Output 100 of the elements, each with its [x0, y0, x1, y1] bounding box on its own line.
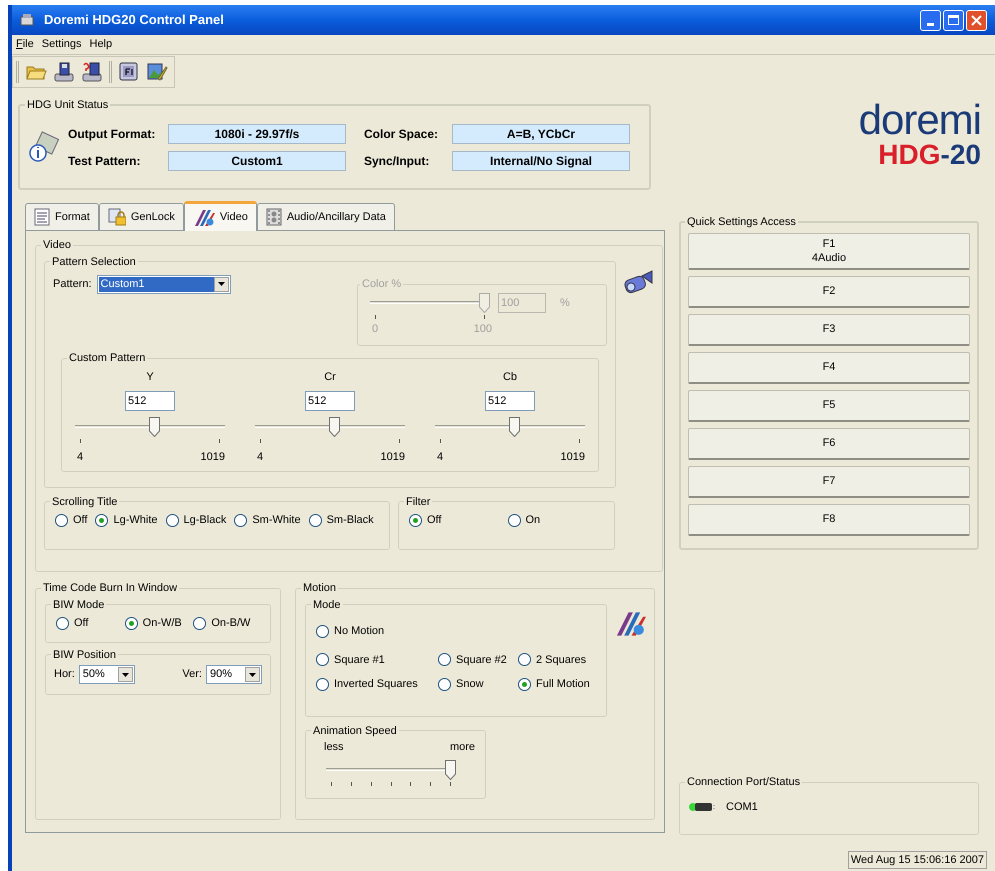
slider-thumb[interactable]	[328, 417, 340, 437]
menu-item[interactable]: File	[16, 36, 34, 53]
slider-max-label: 1019	[200, 450, 225, 465]
radio-button[interactable]	[518, 678, 531, 691]
field-label: Hor:	[54, 667, 75, 682]
radio-button[interactable]	[166, 514, 179, 527]
tab[interactable]: GenLock	[98, 203, 184, 230]
group-title: Scrolling Title	[51, 494, 118, 510]
group-title: BIW Position	[52, 648, 117, 662]
radio-label: Lg-Black	[184, 513, 226, 528]
status-value: Custom1	[168, 150, 346, 170]
group-title: Mode	[312, 598, 342, 612]
radio-label: On-W/B	[142, 616, 182, 631]
quick-setting-button[interactable]: F2	[688, 276, 970, 308]
dropdown[interactable]: Custom1	[96, 274, 231, 294]
dropdown[interactable]: 90%	[206, 665, 262, 684]
group-title: Time Code Burn In Window	[42, 581, 178, 596]
status-bar-datetime: Wed Aug 15 15:06:16 2007	[848, 851, 987, 869]
app-icon	[20, 13, 36, 27]
drive-icon[interactable]	[81, 61, 103, 83]
value-field[interactable]: 512	[305, 391, 355, 411]
logo: doremi HDG-20	[858, 99, 981, 169]
radio-button[interactable]	[95, 514, 108, 527]
quick-setting-button[interactable]: F7	[688, 466, 970, 498]
slider-min-label: 4	[76, 450, 84, 465]
channel-label: Cr	[324, 370, 336, 384]
quick-setting-button[interactable]: F4	[688, 352, 970, 384]
radio-button[interactable]	[234, 514, 248, 527]
port-label: COM1	[726, 800, 758, 814]
field-label: Ver:	[182, 667, 202, 682]
close-icon[interactable]	[971, 14, 982, 26]
field-label: Test Pattern:	[68, 152, 142, 170]
minimize-button[interactable]	[920, 10, 941, 30]
group-title: Filter	[405, 494, 432, 510]
slider-thumb[interactable]	[148, 417, 160, 437]
menu-item[interactable]: Help	[90, 36, 112, 53]
maximize-button[interactable]	[943, 10, 964, 30]
radio-button[interactable]	[518, 653, 531, 666]
slider-min-label: 0	[371, 322, 378, 336]
value-field[interactable]: 512	[125, 391, 175, 411]
slider-max-label: 1019	[380, 450, 405, 465]
radio-label: Sm-Black	[326, 513, 374, 528]
quick-setting-button[interactable]: F1 4Audio	[688, 232, 970, 270]
group-title: Quick Settings Access	[686, 215, 797, 230]
status-value: Internal/No Signal	[452, 150, 630, 170]
radio-label: On-B/W	[211, 616, 250, 631]
radio-button[interactable]	[308, 514, 322, 527]
value-field: 100	[498, 292, 546, 312]
radio-button[interactable]	[316, 653, 329, 666]
group-title: BIW Mode	[52, 598, 106, 612]
slider-thumb[interactable]	[445, 760, 456, 780]
radio-label: Lg-White	[113, 513, 158, 528]
quick-setting-button[interactable]: F8	[688, 504, 970, 536]
menu-item[interactable]: Settings	[42, 36, 82, 53]
group-title: Animation Speed	[312, 724, 398, 738]
status-value: A=B, YCbCr	[452, 124, 630, 144]
radio-button[interactable]	[56, 616, 69, 630]
radio-button[interactable]	[438, 653, 451, 666]
slider-min-label: less	[324, 740, 344, 755]
dropdown[interactable]: 50%	[78, 665, 135, 684]
document-icon	[34, 208, 50, 226]
radio-button[interactable]	[55, 514, 68, 527]
tab[interactable]: Format	[25, 203, 99, 230]
field-label: Pattern:	[53, 276, 92, 292]
status-value: 1080i - 29.97f/s	[168, 124, 346, 144]
slider-thumb[interactable]	[508, 417, 520, 437]
palette-icon[interactable]	[146, 61, 168, 83]
radio-button[interactable]	[193, 616, 206, 630]
quick-setting-button[interactable]: F3	[688, 314, 970, 346]
radio-button[interactable]	[438, 678, 451, 691]
info-icon	[28, 131, 60, 163]
key-icon[interactable]	[118, 61, 140, 83]
field-label: Output Format:	[68, 126, 156, 142]
stripes-icon	[192, 208, 215, 226]
close-button[interactable]	[966, 10, 987, 30]
channel-label: Cb	[502, 370, 518, 384]
field-label: Sync/Input:	[364, 152, 430, 170]
group-title: Video	[42, 238, 72, 253]
slider-min-label: 4	[436, 450, 444, 465]
quick-setting-button[interactable]: F6	[688, 428, 970, 460]
group-title: Custom Pattern	[68, 351, 146, 366]
radio-label: 2 Squares	[536, 652, 586, 668]
drive-icon[interactable]	[53, 61, 75, 83]
tab[interactable]: Video	[184, 201, 257, 231]
radio-button[interactable]	[316, 624, 329, 638]
tab[interactable]: Audio/Ancillary Data	[256, 203, 395, 230]
value-field[interactable]: 512	[485, 391, 535, 411]
slider-max-label: 100	[474, 322, 492, 336]
radio-button[interactable]	[409, 514, 422, 527]
field-label: Color Space:	[364, 126, 440, 142]
radio-label: Inverted Squares	[334, 677, 418, 692]
unit-label: %	[560, 296, 570, 310]
radio-button[interactable]	[316, 678, 329, 691]
group-title: HDG Unit Status	[26, 98, 110, 113]
quick-setting-button[interactable]: F5	[688, 390, 970, 422]
channel-label: Y	[146, 370, 154, 384]
radio-button[interactable]	[124, 616, 138, 630]
group-title: Motion	[302, 581, 338, 596]
radio-label: Sm-White	[252, 513, 301, 528]
radio-button[interactable]	[508, 514, 520, 527]
